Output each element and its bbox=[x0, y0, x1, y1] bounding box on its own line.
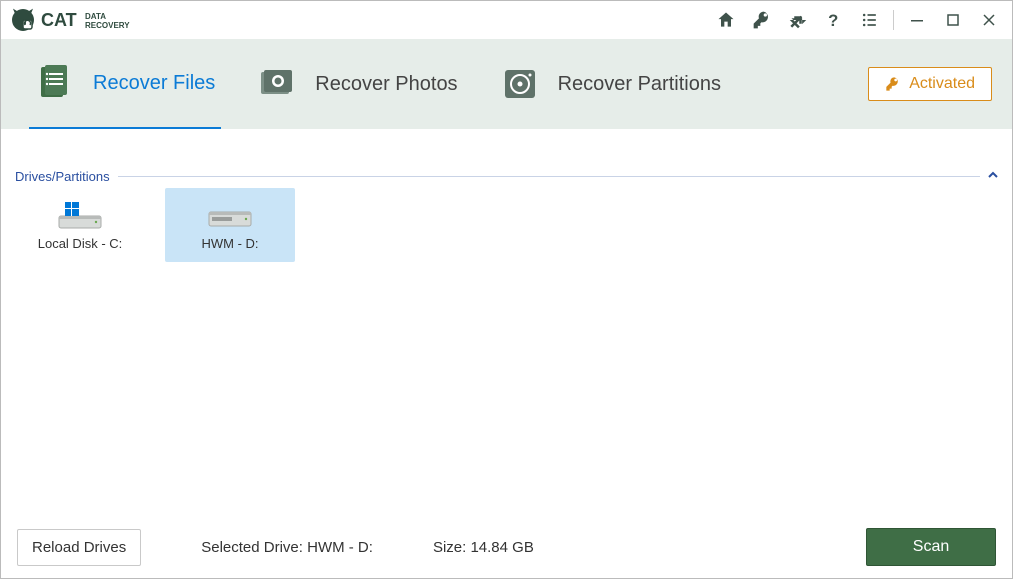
share-arrow-icon bbox=[788, 10, 808, 30]
home-button[interactable] bbox=[709, 5, 743, 35]
svg-text:DATA: DATA bbox=[85, 12, 106, 21]
mode-tabs: Recover Files Recover Photos Recover Par… bbox=[1, 39, 1012, 129]
tab-label: Recover Partitions bbox=[558, 73, 721, 96]
collapse-toggle[interactable] bbox=[988, 170, 998, 183]
close-button[interactable] bbox=[972, 5, 1006, 35]
tab-recover-partitions[interactable]: Recover Partitions bbox=[494, 39, 727, 129]
svg-text:CAT: CAT bbox=[41, 10, 77, 30]
key-icon bbox=[885, 76, 901, 92]
maximize-button[interactable] bbox=[936, 5, 970, 35]
home-icon bbox=[716, 10, 736, 30]
drive-label: Local Disk - C: bbox=[38, 236, 123, 251]
selected-drive-info: Selected Drive: HWM - D: bbox=[201, 539, 373, 556]
tab-recover-photos[interactable]: Recover Photos bbox=[251, 39, 463, 129]
tab-label: Recover Files bbox=[93, 72, 215, 95]
help-button[interactable]: ? bbox=[817, 5, 851, 35]
separator bbox=[893, 10, 894, 30]
drive-label: HWM - D: bbox=[201, 236, 258, 251]
files-icon bbox=[35, 63, 75, 103]
partitions-icon bbox=[500, 64, 540, 104]
titlebar: CAT DATA RECOVERY ? bbox=[1, 1, 1012, 39]
drives-section-header: Drives/Partitions bbox=[1, 159, 1012, 188]
drive-hwm-d[interactable]: HWM - D: bbox=[165, 188, 295, 262]
activated-badge: Activated bbox=[868, 67, 992, 101]
drives-list: Local Disk - C: HWM - D: bbox=[1, 188, 1012, 262]
close-icon bbox=[982, 13, 996, 27]
cat-logo-icon bbox=[11, 8, 35, 32]
photos-icon bbox=[257, 64, 297, 104]
tab-recover-files[interactable]: Recover Files bbox=[29, 39, 221, 129]
section-label: Drives/Partitions bbox=[15, 169, 110, 184]
key-icon bbox=[752, 10, 772, 30]
minimize-button[interactable] bbox=[900, 5, 934, 35]
maximize-icon bbox=[946, 13, 960, 27]
brand-text: CAT DATA RECOVERY bbox=[41, 8, 131, 32]
bottom-bar: Reload Drives Selected Drive: HWM - D: S… bbox=[1, 516, 1012, 578]
titlebar-controls: ? bbox=[709, 5, 1006, 35]
minimize-icon bbox=[910, 13, 924, 27]
activated-label: Activated bbox=[909, 75, 975, 93]
app-logo: CAT DATA RECOVERY bbox=[11, 8, 131, 32]
drive-icon bbox=[57, 200, 103, 230]
size-info: Size: 14.84 GB bbox=[433, 539, 534, 556]
menu-button[interactable] bbox=[853, 5, 887, 35]
svg-text:?: ? bbox=[828, 11, 838, 30]
section-divider bbox=[118, 176, 980, 177]
chevron-up-icon bbox=[988, 170, 998, 180]
tab-label: Recover Photos bbox=[315, 73, 457, 96]
share-button[interactable] bbox=[781, 5, 815, 35]
scan-button[interactable]: Scan bbox=[866, 528, 996, 566]
drive-icon bbox=[207, 200, 253, 230]
help-icon: ? bbox=[824, 10, 844, 30]
menu-icon bbox=[860, 10, 880, 30]
svg-text:RECOVERY: RECOVERY bbox=[85, 21, 130, 30]
reload-drives-button[interactable]: Reload Drives bbox=[17, 529, 141, 566]
key-button[interactable] bbox=[745, 5, 779, 35]
drive-local-c[interactable]: Local Disk - C: bbox=[15, 188, 145, 262]
